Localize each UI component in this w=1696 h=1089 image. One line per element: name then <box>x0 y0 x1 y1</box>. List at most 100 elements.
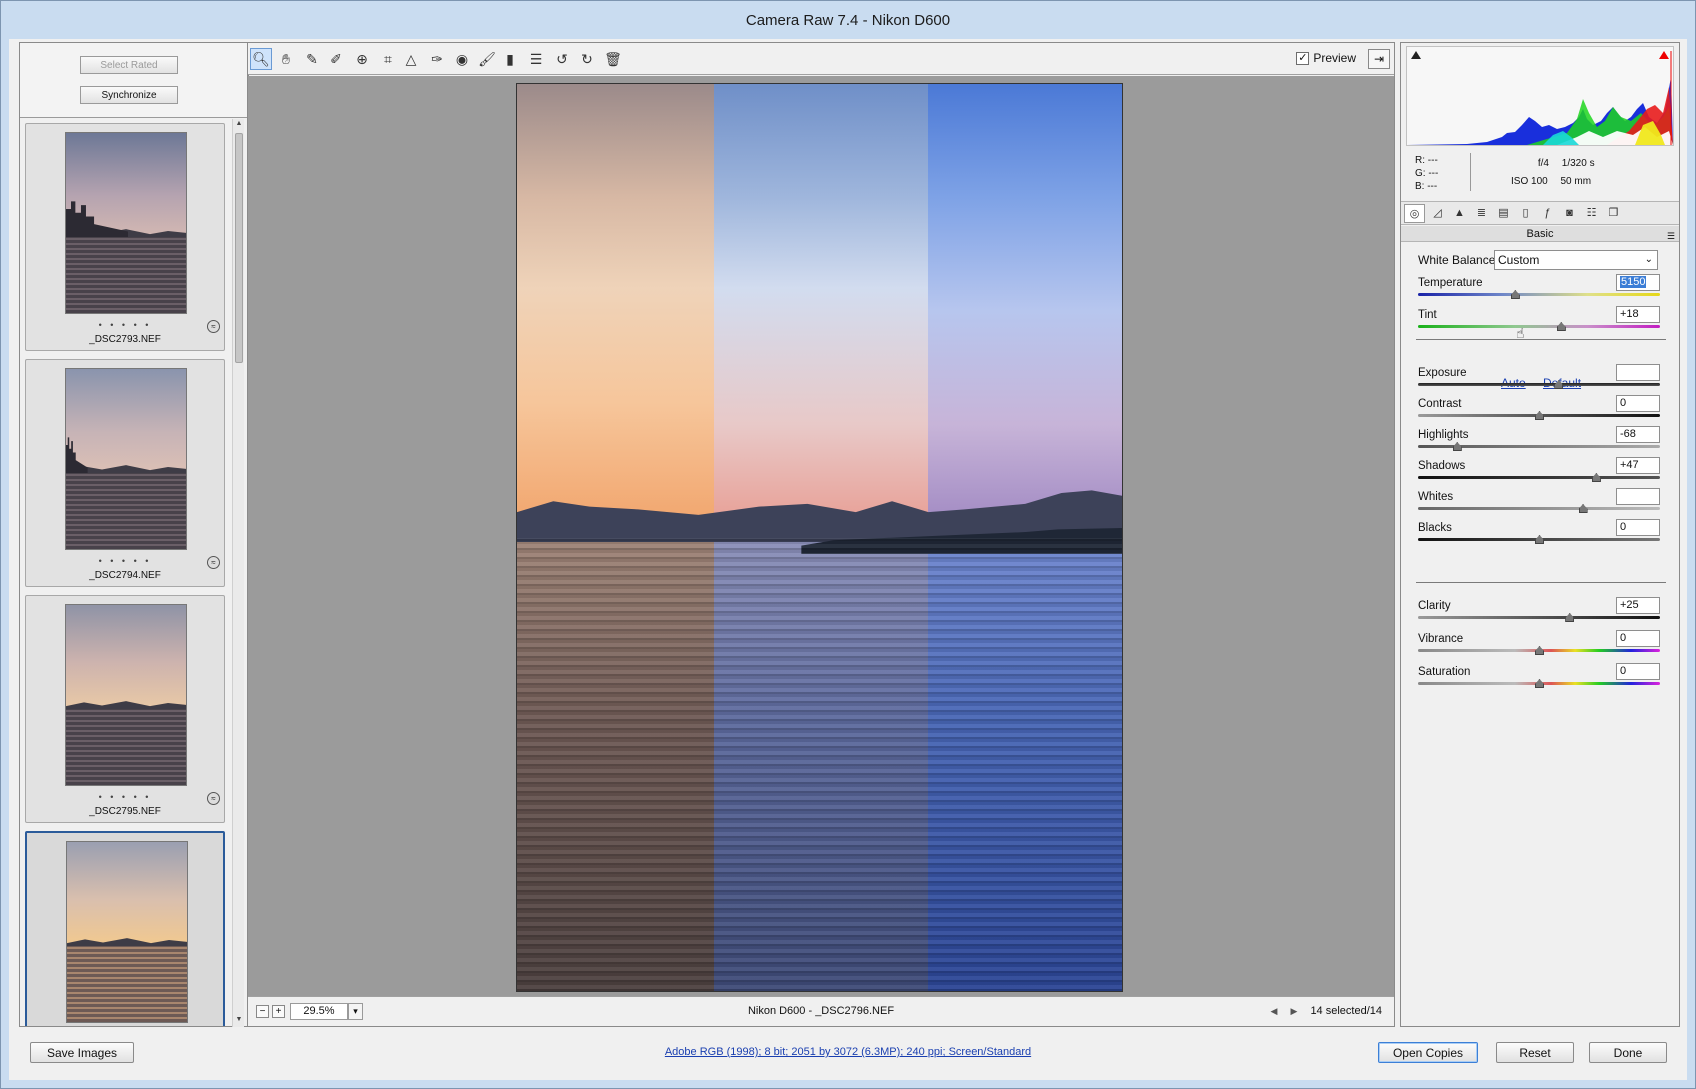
tab-hsl-icon[interactable]: ≣ <box>1471 204 1492 223</box>
whites-slider[interactable]: Whites <box>1418 488 1660 517</box>
zoom-tool-icon[interactable]: 🔍︎ <box>250 48 272 70</box>
scroll-thumb[interactable] <box>235 133 243 363</box>
saturation-field[interactable]: 0 <box>1616 663 1660 680</box>
shadows-field[interactable]: +47 <box>1616 457 1660 474</box>
saturation-slider-thumb[interactable] <box>1535 679 1544 688</box>
image-navigation: ◀ ▶ <box>1266 1004 1302 1019</box>
tab-camera-calibration-icon[interactable]: ◙ <box>1559 204 1580 223</box>
fullscreen-icon[interactable]: ⇥ <box>1368 49 1390 69</box>
synchronize-button[interactable]: Synchronize <box>80 86 178 104</box>
exposure-slider[interactable]: Exposure <box>1418 364 1660 393</box>
temperature-field[interactable]: 5150 <box>1616 274 1660 291</box>
panel-title: Basic <box>1526 228 1554 240</box>
adjustments-panel: R: --- G: --- B: --- f/4 1/320 s ISO 100… <box>1400 42 1680 1027</box>
blacks-field[interactable]: 0 <box>1616 519 1660 536</box>
tab-lens-corrections-icon[interactable]: ▯ <box>1515 204 1536 223</box>
whites-slider-thumb[interactable] <box>1578 504 1588 513</box>
exif-readout: f/4 1/320 s ISO 100 50 mm <box>1511 155 1595 191</box>
tint-slider[interactable]: Tint +18 <box>1418 306 1660 335</box>
select-rated-button[interactable]: Select Rated <box>80 56 178 74</box>
temperature-slider-thumb[interactable] <box>1510 290 1520 299</box>
adjustment-brush-icon[interactable]: 🖌︎ <box>476 48 498 70</box>
filmstrip-item[interactable]: • • • • • ≈ _DSC2794.NEF <box>25 359 225 587</box>
white-balance-tool-icon[interactable]: ✎ <box>301 48 323 70</box>
rotate-ccw-icon[interactable]: ↺ <box>551 48 573 70</box>
saturation-slider[interactable]: Saturation 0 <box>1418 663 1660 692</box>
tab-effects-icon[interactable]: ƒ <box>1537 204 1558 223</box>
chevron-down-icon: ⌄ <box>1644 254 1653 265</box>
scroll-down-icon[interactable]: ▼ <box>234 1016 244 1026</box>
red-eye-tool-icon[interactable]: ◉ <box>451 48 473 70</box>
tab-basic-icon[interactable]: ◎ <box>1404 204 1425 223</box>
trash-icon[interactable]: 🗑︎ <box>602 48 624 70</box>
shadows-slider[interactable]: Shadows +47 <box>1418 457 1660 486</box>
clarity-field[interactable]: +25 <box>1616 597 1660 614</box>
white-balance-select[interactable]: Custom ⌄ <box>1494 250 1658 270</box>
highlights-slider[interactable]: Highlights -68 <box>1418 426 1660 455</box>
scroll-up-icon[interactable]: ▲ <box>234 120 244 130</box>
open-copies-button[interactable]: Open Copies <box>1378 1042 1478 1063</box>
rotate-cw-icon[interactable]: ↻ <box>576 48 598 70</box>
image-canvas[interactable] <box>248 76 1394 998</box>
shadows-slider-thumb[interactable] <box>1591 473 1601 482</box>
preview-area: 🔍︎ ✋︎ ✎ ✐ ⊕ ⌗ △ ✑ ◉ 🖌︎ ▮ ☰ ↺ ↻ 🗑︎ ✓ Prev… <box>247 42 1395 1027</box>
thumbnail-filename: _DSC2793.NEF <box>89 334 161 345</box>
red-readout: R: --- <box>1415 155 1438 166</box>
tab-split-toning-icon[interactable]: ▤ <box>1493 204 1514 223</box>
hand-tool-icon[interactable]: ✋︎ <box>275 48 297 70</box>
exposure-slider-thumb[interactable] <box>1554 380 1564 389</box>
temperature-slider[interactable]: Temperature 5150 <box>1418 274 1660 303</box>
vibrance-slider[interactable]: Vibrance 0 <box>1418 630 1660 659</box>
preferences-icon[interactable]: ☰ <box>525 48 547 70</box>
water-ripples <box>517 537 1122 991</box>
green-readout: G: --- <box>1415 168 1439 179</box>
vibrance-slider-thumb[interactable] <box>1535 646 1544 655</box>
tab-presets-icon[interactable]: ☷ <box>1581 204 1602 223</box>
spot-removal-tool-icon[interactable]: ✑ <box>426 48 448 70</box>
contrast-field[interactable]: 0 <box>1616 395 1660 412</box>
edited-badge-icon: ≈ <box>207 792 220 805</box>
tab-tone-curve-icon[interactable]: ◿ <box>1427 204 1448 223</box>
filmstrip-scrollbar[interactable]: ▲ ▼ <box>232 119 244 1027</box>
rating-stars[interactable]: • • • • • <box>26 792 224 802</box>
workflow-options-text[interactable]: Adobe RGB (1998); 8 bit; 2051 by 3072 (6… <box>665 1046 1031 1058</box>
blacks-slider[interactable]: Blacks 0 <box>1418 519 1660 548</box>
color-sampler-tool-icon[interactable]: ✐ <box>325 48 347 70</box>
previous-image-icon[interactable]: ◀ <box>1266 1004 1282 1019</box>
tab-detail-icon[interactable]: ▲ <box>1449 204 1470 223</box>
next-image-icon[interactable]: ▶ <box>1286 1004 1302 1019</box>
white-balance-value: Custom <box>1498 253 1540 267</box>
reset-button[interactable]: Reset <box>1496 1042 1574 1063</box>
contrast-slider[interactable]: Contrast 0 <box>1418 395 1660 424</box>
targeted-adjustment-tool-icon[interactable]: ⊕ <box>351 48 373 70</box>
graduated-filter-icon[interactable]: ▮ <box>499 48 521 70</box>
filmstrip-item[interactable]: • • • • • ≈ _DSC2793.NEF <box>25 123 225 351</box>
rating-stars[interactable]: • • • • • <box>26 320 224 330</box>
crop-tool-icon[interactable]: ⌗ <box>377 48 399 70</box>
thumbnail <box>66 841 188 1023</box>
preview-checkbox[interactable]: ✓ <box>1296 51 1310 65</box>
tab-snapshots-icon[interactable]: ❐ <box>1603 204 1624 223</box>
clarity-slider-thumb[interactable] <box>1565 613 1575 622</box>
window-title: Camera Raw 7.4 - Nikon D600 <box>745 11 951 29</box>
blacks-slider-thumb[interactable] <box>1535 535 1544 544</box>
clarity-slider[interactable]: Clarity +25 <box>1418 597 1660 626</box>
preview-toggle[interactable]: ✓ Preview <box>1296 51 1356 65</box>
vibrance-field[interactable]: 0 <box>1616 630 1660 647</box>
whites-field[interactable] <box>1616 488 1660 505</box>
done-button[interactable]: Done <box>1589 1042 1667 1063</box>
highlights-slider-thumb[interactable] <box>1452 442 1462 451</box>
tint-slider-thumb[interactable] <box>1556 322 1566 331</box>
exposure-field[interactable] <box>1616 364 1660 381</box>
highlights-field[interactable]: -68 <box>1616 426 1660 443</box>
contrast-slider-thumb[interactable] <box>1535 411 1544 420</box>
clarity-label: Clarity <box>1418 600 1451 612</box>
filmstrip-item-selected[interactable] <box>25 831 225 1026</box>
filmstrip-panel: Select Rated Synchronize • • • • • ≈ _DS… <box>19 42 249 1027</box>
panel-menu-icon[interactable]: ☰ <box>1667 228 1675 244</box>
tint-field[interactable]: +18 <box>1616 306 1660 323</box>
filmstrip-item[interactable]: • • • • • ≈ _DSC2795.NEF <box>25 595 225 823</box>
rating-stars[interactable]: • • • • • <box>26 556 224 566</box>
straighten-tool-icon[interactable]: △ <box>400 48 422 70</box>
contrast-label: Contrast <box>1418 398 1462 410</box>
